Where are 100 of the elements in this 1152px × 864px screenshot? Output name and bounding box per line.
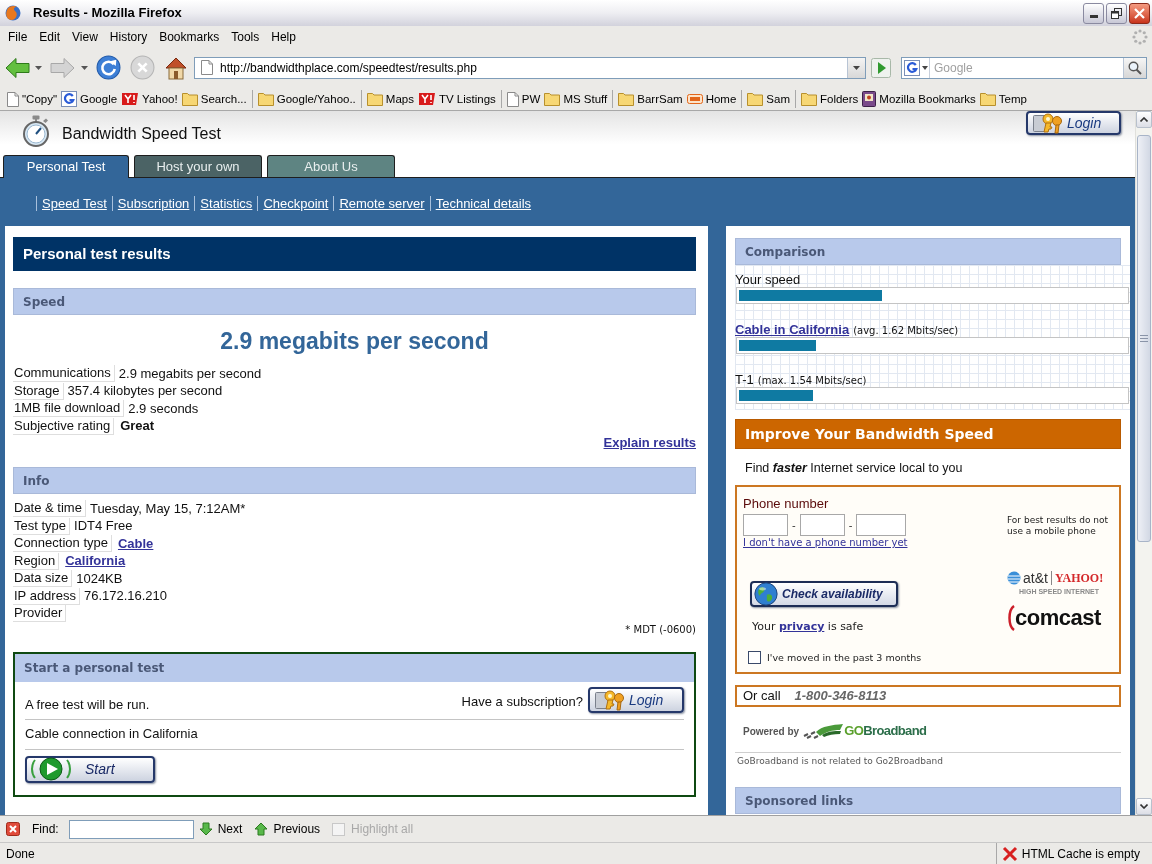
bookmark-item[interactable]: Home	[684, 89, 739, 109]
page-heading: Personal test results	[13, 237, 696, 271]
field-label: Data size	[13, 570, 73, 588]
status-text: Done	[6, 845, 35, 863]
bookmark-item[interactable]: "Copy"	[5, 89, 59, 109]
menu-item[interactable]: View	[66, 28, 104, 45]
bookmark-item[interactable]: Yahoo!	[119, 89, 180, 109]
tab[interactable]: Personal Test	[3, 155, 129, 178]
restore-button[interactable]	[1106, 2, 1127, 24]
back-button[interactable]	[5, 56, 30, 79]
field-label: Region	[13, 552, 60, 570]
checkbox-label: I've moved in the past 3 months	[767, 651, 922, 664]
bookmark-item[interactable]: Sam	[745, 89, 792, 109]
powered-by-label: Powered by	[743, 724, 800, 739]
restore-icon	[1111, 7, 1122, 19]
speed-headline: 2.9 megabits per second	[219, 327, 490, 356]
login-button[interactable]: Login	[1026, 111, 1121, 135]
nav-link[interactable]: Remote server	[339, 195, 425, 211]
bar-note: (avg. 1.62 Mbits/sec)	[853, 325, 959, 337]
search-bar[interactable]: Google	[901, 56, 1147, 79]
field-link[interactable]: Cable	[117, 535, 154, 552]
folder-icon	[747, 92, 764, 106]
dropdown-icon	[922, 65, 928, 70]
phone-field[interactable]	[743, 514, 788, 536]
call-label: Or call	[743, 687, 781, 706]
find-next-button[interactable]: Next	[198, 820, 243, 838]
menu-item[interactable]: File	[2, 28, 34, 45]
privacy-link[interactable]: privacy	[779, 620, 825, 633]
bookmark-item[interactable]: BarrSam	[616, 89, 685, 109]
nav-link[interactable]: Technical details	[435, 195, 532, 211]
bookmark-item[interactable]: TV Listings	[415, 89, 498, 109]
scroll-down-button[interactable]	[1136, 798, 1152, 815]
bookmark-item[interactable]: Folders	[799, 89, 861, 109]
login-button[interactable]: Login	[588, 687, 684, 713]
menu-item[interactable]: Help	[265, 28, 302, 45]
bookmark-item[interactable]: PW	[504, 89, 543, 109]
bookmark-item[interactable]: Search...	[179, 89, 249, 109]
bookmarks-icon	[862, 91, 877, 107]
grip-icon	[1140, 335, 1148, 342]
section-heading: Start a personal test	[15, 653, 694, 682]
bookmark-item[interactable]: Google/Yahoo..	[255, 89, 358, 109]
close-icon	[6, 822, 20, 836]
search-engine-icon	[904, 59, 920, 76]
close-find-button[interactable]	[6, 822, 20, 836]
bookmark-item[interactable]: MS Stuff	[542, 89, 610, 109]
section-heading: Improve Your Bandwidth Speed	[735, 419, 1121, 449]
menu-item[interactable]: History	[103, 28, 154, 45]
phone-separator: -	[792, 517, 796, 533]
close-button[interactable]	[1129, 2, 1150, 24]
field-value: 2.9 megabits per second	[118, 365, 262, 382]
find-previous-button[interactable]: Previous	[254, 820, 321, 838]
explain-results-link[interactable]: Explain results	[603, 435, 696, 450]
home-icon	[164, 55, 188, 80]
folder-icon	[618, 92, 635, 106]
tab[interactable]: About Us	[267, 155, 395, 177]
find-field[interactable]	[68, 819, 194, 839]
search-engine-button[interactable]	[902, 57, 930, 78]
field-value: IDT4 Free	[74, 518, 133, 535]
url-dropdown-button[interactable]	[847, 57, 865, 78]
go-button[interactable]	[871, 57, 891, 78]
tagline: Find faster Internet service local to you	[745, 460, 964, 476]
reload-button[interactable]	[96, 55, 121, 80]
section-heading: Speed	[13, 288, 696, 315]
check-availability-button[interactable]: Check availability	[750, 581, 898, 607]
phone-field[interactable]	[799, 514, 845, 536]
bookmark-item[interactable]: Mozilla Bookmarks	[860, 89, 978, 109]
bookmark-item[interactable]: Temp	[977, 89, 1029, 109]
logo-text: comcast	[1015, 606, 1101, 630]
scroll-up-button[interactable]	[1136, 111, 1152, 128]
bar-label: T-1	[735, 372, 754, 387]
checkbox[interactable]	[748, 651, 761, 664]
bar-label-link[interactable]: Cable in California	[735, 322, 850, 337]
field-link[interactable]: California	[65, 553, 126, 570]
home-button[interactable]	[164, 55, 188, 80]
history-dropdown-button[interactable]	[81, 65, 88, 70]
nav-link[interactable]: Speed Test	[42, 195, 107, 211]
nav-link[interactable]: Statistics	[200, 195, 253, 211]
bookmark-item[interactable]: Google	[59, 89, 120, 109]
nav-link[interactable]: Checkpoint	[263, 195, 329, 211]
field-label: Provider	[13, 605, 67, 623]
favicon-icon	[121, 92, 140, 106]
start-button[interactable]: Start	[25, 755, 155, 783]
tab[interactable]: Host your own	[134, 155, 262, 177]
menu-item[interactable]: Edit	[33, 28, 67, 45]
site-title: Bandwidth Speed Test	[62, 125, 221, 143]
search-button[interactable]	[1123, 57, 1146, 78]
dropdown-icon	[81, 65, 88, 70]
no-phone-link[interactable]: I don't have a phone number yet	[743, 537, 908, 549]
bookmark-item[interactable]: Maps	[364, 89, 416, 109]
phone-field[interactable]	[856, 514, 907, 536]
nav-link[interactable]: Subscription	[117, 195, 190, 211]
field-value: Great	[120, 418, 155, 435]
scrollbar-thumb[interactable]	[1137, 135, 1151, 542]
minimize-button[interactable]	[1083, 2, 1104, 24]
folder-icon	[257, 92, 274, 106]
history-dropdown-button[interactable]	[35, 65, 42, 70]
menu-item[interactable]: Tools	[225, 28, 266, 45]
menu-item[interactable]: Bookmarks	[153, 28, 226, 45]
address-bar[interactable]: http://bandwidthplace.com/speedtest/results.php	[194, 56, 866, 79]
favicon-icon	[61, 91, 77, 107]
